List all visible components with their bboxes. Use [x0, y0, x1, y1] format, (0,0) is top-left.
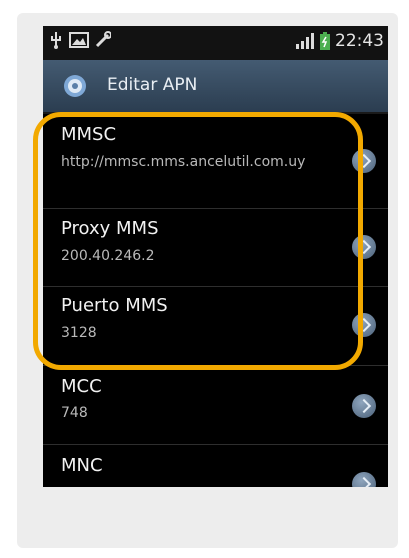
page-title: Editar APN [107, 75, 198, 95]
status-time: 22:43 [335, 31, 384, 51]
chevron-right-icon [352, 394, 376, 418]
item-title: MCC [61, 376, 102, 397]
battery-icon [320, 32, 330, 50]
item-value: 748 [61, 405, 88, 421]
screenshot-icon [69, 32, 89, 48]
usb-icon [51, 32, 61, 49]
chevron-right-icon [352, 472, 376, 487]
item-title: MNC [61, 455, 103, 476]
gear-icon[interactable] [61, 72, 89, 100]
action-bar: Editar APN [43, 60, 388, 114]
list-item-mcc[interactable]: MCC 748 [43, 366, 388, 445]
status-bar: 22:43 [43, 26, 388, 60]
list-item-mnc[interactable]: MNC [43, 445, 388, 487]
highlight-outline [33, 112, 363, 370]
signal-icon [296, 33, 314, 49]
tools-icon [95, 31, 111, 48]
